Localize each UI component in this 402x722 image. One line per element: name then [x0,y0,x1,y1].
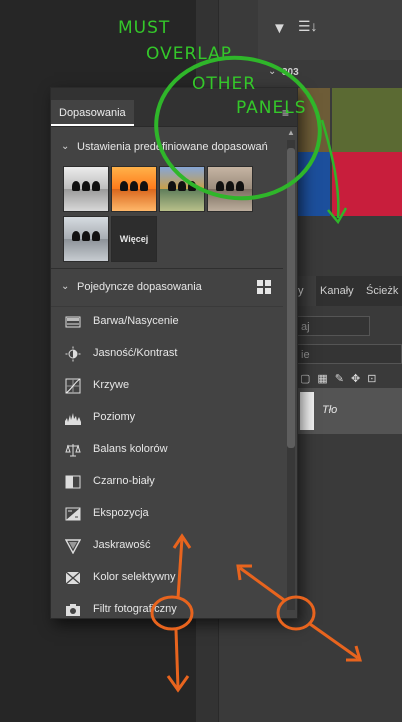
chevron-down-icon[interactable]: ⌄ [268,66,276,77]
annotation-text: MUST [118,18,171,38]
sort-icon[interactable]: ☰↓ [298,18,318,35]
adjustment-exposure[interactable]: Ekspozycja [51,499,283,529]
annotation-arrow [174,629,180,689]
annotation-arrowhead [166,675,190,693]
adjustments-panel: Dopasowania ≡ ▲ ⌄ Ustawienia predefiniow… [50,87,298,619]
panel-menu-icon[interactable]: ≡ [282,106,289,120]
blend-mode-select[interactable]: aj [296,316,370,336]
black-white-icon [65,475,81,489]
adjustment-label: Jaskrawość [93,539,151,551]
adjustment-label: Ekspozycja [93,507,149,519]
swatch-blue[interactable] [296,152,330,216]
photo-filter-icon [66,604,80,616]
swatch-olive[interactable] [332,88,402,152]
adjustment-photo-filter[interactable]: Filtr fotograficzny [51,595,283,618]
panel-tab-bar: Dopasowania ≡ [51,88,297,127]
adjustment-curves[interactable]: Krzywe [51,371,283,401]
presets-section-title: Ustawienia predefiniowane dopasowań [77,141,268,153]
curves-icon [65,378,81,394]
adjustment-label: Poziomy [93,411,136,423]
adjustment-selective-color[interactable]: Kolor selektywny [51,563,283,593]
swatch-brown[interactable] [296,88,330,152]
swatches-empty-area [296,216,402,276]
tab-channels[interactable]: Kanały [320,276,360,306]
adjustment-hue-saturation[interactable]: Barwa/Nasycenie [51,307,283,337]
swatch-red[interactable] [332,152,402,216]
section-divider [51,268,283,269]
adjustment-levels[interactable]: Poziomy [51,403,283,433]
layer-row[interactable]: Tło [296,388,402,434]
preset-thumbnail[interactable] [111,166,157,212]
adjustment-label: Czarno-biały [93,475,155,487]
adjustment-black-white[interactable]: Czarno-biały [51,467,283,497]
preset-thumbnail[interactable] [63,166,109,212]
more-presets-button[interactable]: Więcej [111,216,157,262]
panel-scrollbar[interactable] [287,140,295,610]
swatch-count: 303 [282,67,299,78]
adjustment-label: Filtr fotograficzny [93,603,177,615]
adjustment-label: Balans kolorów [93,443,168,455]
scroll-thumb[interactable] [287,148,295,448]
preset-thumbnail[interactable] [207,166,253,212]
adjustment-label: Barwa/Nasycenie [93,315,179,327]
layer-name: Tło [322,404,338,416]
levels-icon [65,413,81,425]
adjustment-label: Krzywe [93,379,130,391]
scroll-up-icon[interactable]: ▲ [287,128,295,138]
tab-adjustments[interactable]: Dopasowania [51,100,134,126]
chevron-down-icon: ⌄ [61,141,70,152]
adjustment-color-balance[interactable]: Balans kolorów [51,435,283,465]
preset-thumbnail[interactable] [63,216,109,262]
adjustment-vibrance[interactable]: Jaskrawość [51,531,283,561]
presets-section-header[interactable]: ⌄ Ustawienia predefiniowane dopasowań [51,136,283,160]
background-top-toolbar: ▼ ☰↓ [258,0,402,61]
adjustment-brightness-contrast[interactable]: Jasność/Kontrast [51,339,283,369]
hue-saturation-icon [65,316,81,328]
exposure-icon [65,507,81,521]
preset-thumbnail[interactable] [159,166,205,212]
tab-layers[interactable]: y [296,276,316,306]
chevron-down-icon: ⌄ [61,281,70,292]
adjustment-label: Jasność/Kontrast [93,347,178,359]
layer-thumbnail [300,392,314,430]
swatches-header: ⌄ 303 [258,60,402,88]
vibrance-icon [65,539,81,554]
single-section-header[interactable]: ⌄ Pojedyncze dopasowania [51,276,283,300]
grid-view-icon[interactable] [257,280,271,294]
adjustment-label: Kolor selektywny [93,571,176,583]
tab-paths[interactable]: Ścieżk [366,276,402,306]
selective-color-icon [65,571,81,585]
single-section-title: Pojedyncze dopasowania [77,281,202,293]
brightness-contrast-icon [65,346,81,362]
layer-filter-field[interactable]: ie [296,344,402,364]
filter-icon[interactable]: ▼ [272,20,287,37]
color-balance-icon [65,444,81,457]
lock-icons[interactable]: ▢▦✎✥⊡ [300,372,400,386]
layers-panel-body: aj ie ▢▦✎✥⊡ Tło [296,306,402,722]
layers-tab-bar: y Kanały Ścieżk [296,276,402,307]
